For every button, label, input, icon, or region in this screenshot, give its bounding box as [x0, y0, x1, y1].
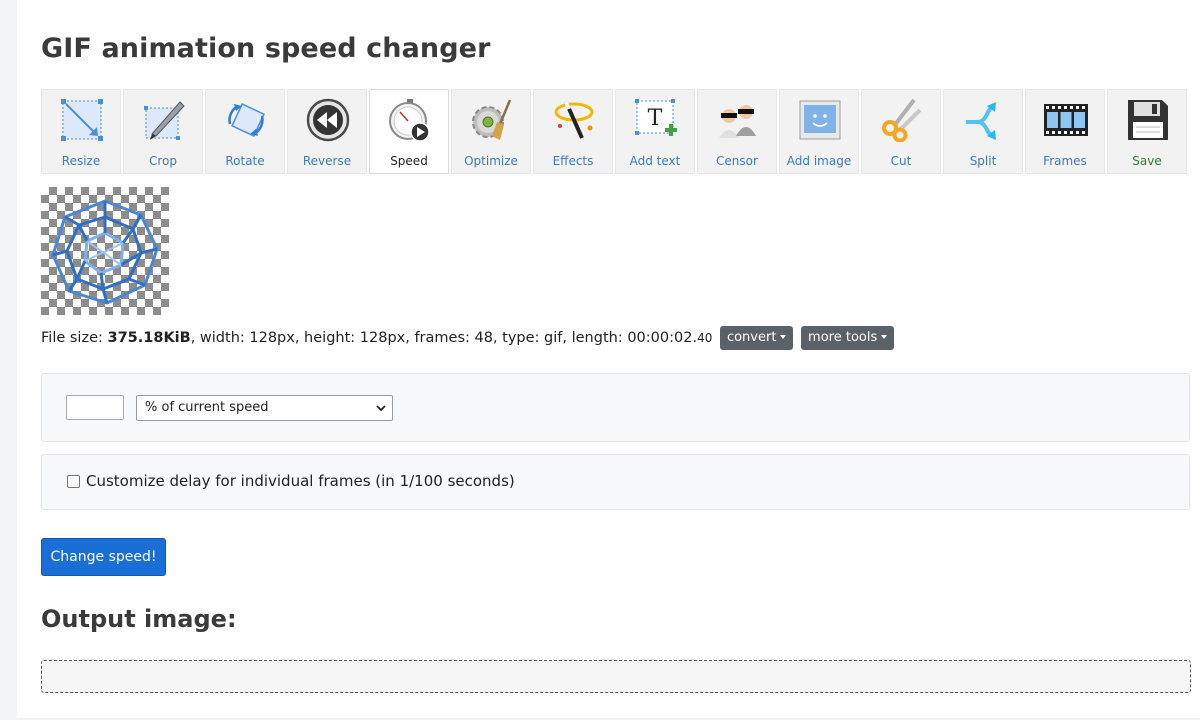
chevron-down-icon	[376, 405, 386, 412]
wireframe-sphere-icon	[51, 199, 159, 305]
tool-label: Rotate	[225, 154, 265, 168]
tool-label: Crop	[148, 154, 177, 168]
tool-label: Reverse	[302, 154, 352, 168]
tool-resize[interactable]: Resize	[41, 89, 121, 174]
custom-delay-checkbox[interactable]	[67, 475, 80, 488]
add-image-icon	[799, 100, 841, 140]
page-title: GIF animation speed changer	[41, 33, 491, 64]
convert-dropdown-button[interactable]: convert	[719, 326, 794, 350]
tool-speed[interactable]: Speed	[369, 89, 449, 174]
film-strip-icon	[1044, 104, 1088, 136]
output-image-title: Output image:	[41, 605, 237, 633]
custom-delay-panel: Customize delay for individual frames (i…	[41, 454, 1190, 510]
tool-add-image[interactable]: Add image	[779, 89, 859, 174]
speed-icon	[389, 99, 430, 142]
tool-label: Frames	[1043, 154, 1087, 168]
tool-label: Cut	[890, 154, 912, 168]
file-size-label: File size:	[41, 330, 108, 346]
split-icon	[966, 102, 996, 140]
tool-toolbar: Resize Crop Rotate Reverse Speed Optimiz…	[41, 89, 1200, 175]
caret-down-icon	[881, 335, 888, 339]
tool-label: Save	[1132, 154, 1162, 168]
speed-unit-select[interactable]: % of current speed	[136, 395, 393, 421]
tool-effects[interactable]: Effects	[533, 89, 613, 174]
convert-label: convert	[726, 330, 777, 345]
tool-label: Optimize	[464, 154, 518, 168]
file-size-value: 375.18KiB	[107, 330, 191, 346]
change-speed-button[interactable]: Change speed!	[41, 538, 166, 576]
file-details: , width: 128px, height: 128px, frames: 4…	[190, 330, 698, 346]
effects-icon	[554, 101, 594, 139]
svg-text:T: T	[648, 106, 663, 131]
tool-frames[interactable]: Frames	[1025, 89, 1105, 174]
page-content: GIF animation speed changer Resize Crop …	[17, 0, 1200, 718]
tool-split[interactable]: Split	[943, 89, 1023, 174]
tool-label: Resize	[61, 154, 101, 168]
tool-cut[interactable]: Cut	[861, 89, 941, 174]
floppy-disk-icon	[1128, 100, 1168, 140]
tool-label: Effects	[552, 154, 594, 168]
tool-label: Add image	[786, 154, 852, 168]
resize-icon	[61, 99, 103, 141]
tool-label: Split	[969, 154, 997, 168]
tool-rotate[interactable]: Rotate	[205, 89, 285, 174]
tool-crop[interactable]: Crop	[123, 89, 203, 174]
tool-optimize[interactable]: Optimize	[451, 89, 531, 174]
add-text-icon: T	[635, 99, 677, 136]
tool-censor[interactable]: Censor	[697, 89, 777, 174]
crop-icon	[144, 101, 185, 140]
tool-label: Censor	[716, 154, 758, 168]
caret-down-icon	[780, 335, 787, 339]
censor-icon	[719, 105, 756, 138]
more-tools-dropdown-button[interactable]: more tools	[801, 326, 895, 350]
file-info: File size: 375.18KiB, width: 128px, heig…	[41, 326, 895, 350]
custom-delay-label[interactable]: Customize delay for individual frames (i…	[86, 472, 515, 490]
tool-label: Add text	[629, 154, 681, 168]
speed-value-input[interactable]	[66, 395, 124, 420]
tool-save[interactable]: Save	[1107, 89, 1187, 174]
rotate-icon	[228, 103, 265, 137]
speed-unit-selected: % of current speed	[145, 400, 269, 415]
output-image-area	[41, 660, 1191, 693]
tool-add-text[interactable]: T Add text	[615, 89, 695, 174]
reverse-icon	[306, 98, 350, 142]
speed-settings-panel: % of current speed	[41, 373, 1190, 442]
tool-reverse[interactable]: Reverse	[287, 89, 367, 174]
more-tools-label: more tools	[808, 330, 878, 345]
tool-label: Speed	[390, 154, 428, 168]
gif-preview-image	[41, 187, 169, 315]
scissors-icon	[882, 98, 922, 142]
optimize-icon	[472, 99, 512, 140]
file-length-fraction: 40	[697, 331, 713, 345]
